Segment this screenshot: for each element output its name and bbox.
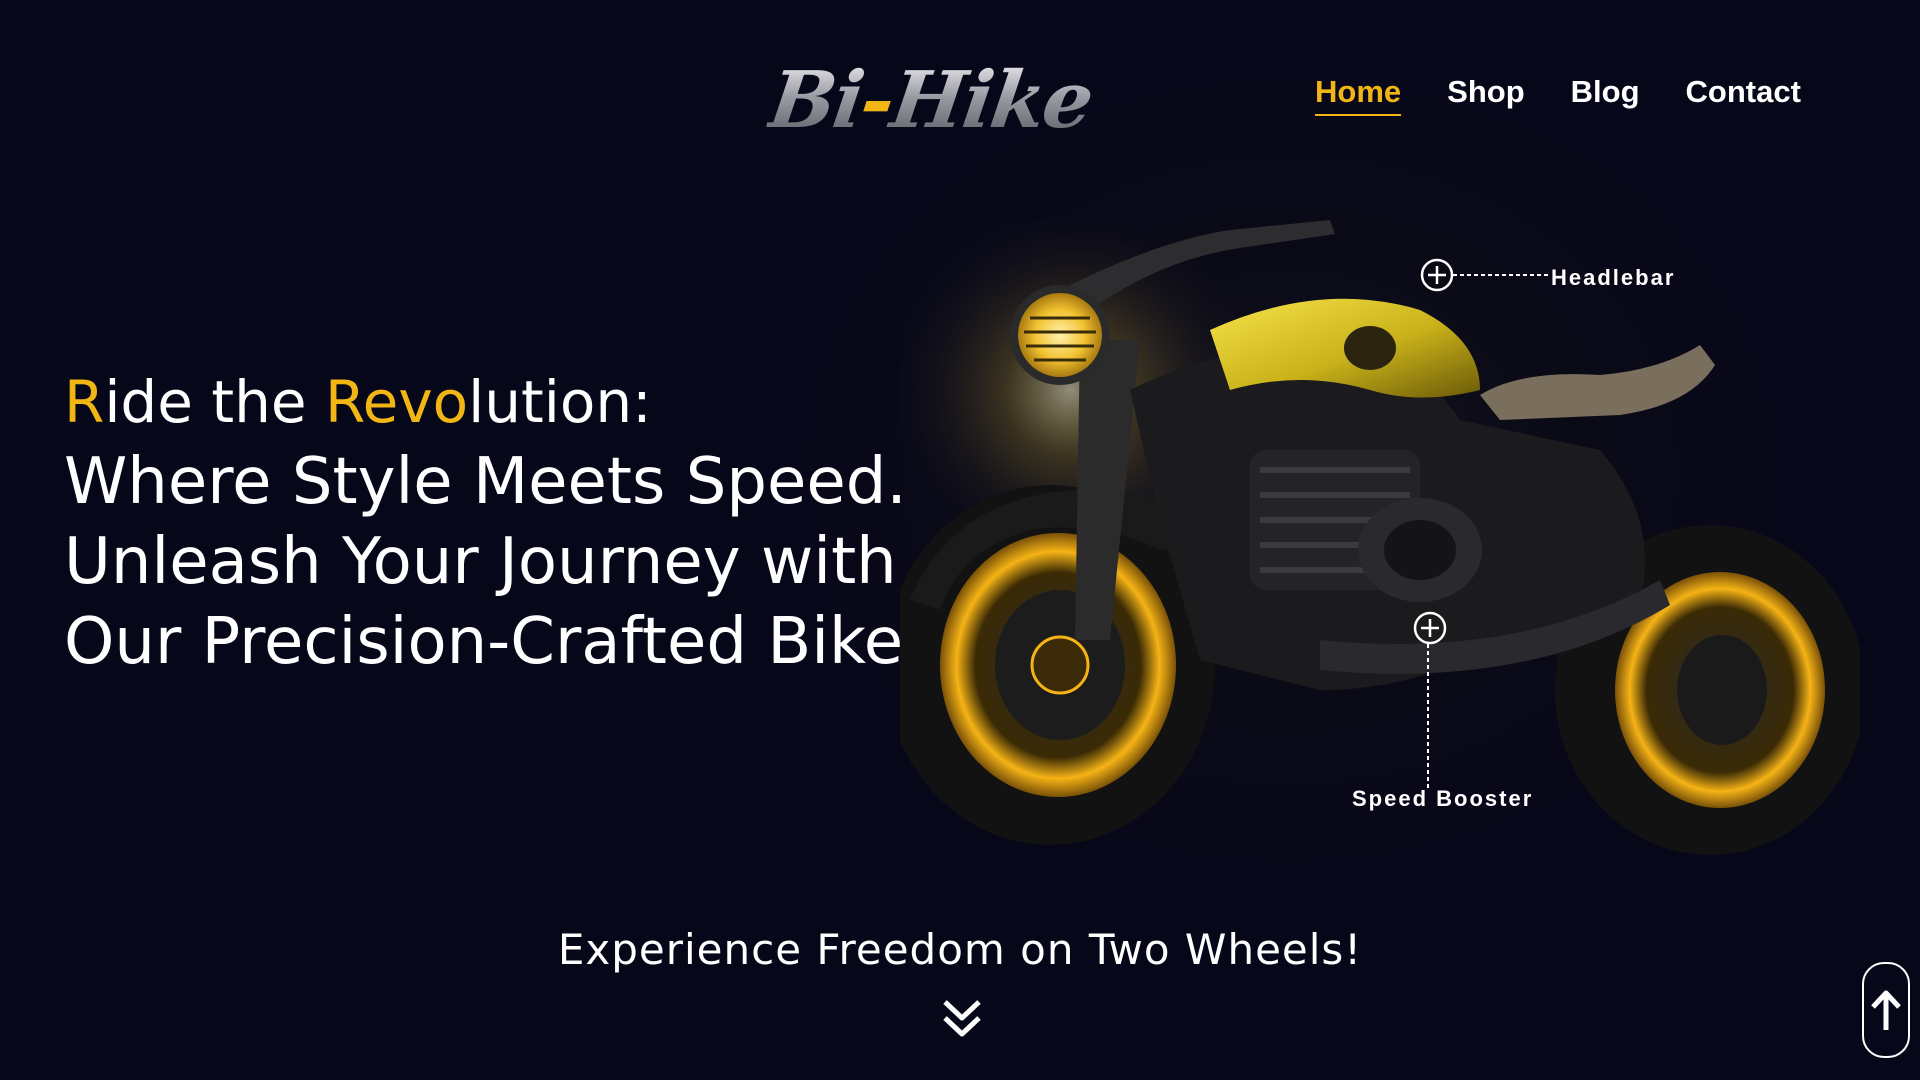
hero-line-1: Ride the Revolution: [64, 362, 937, 442]
hero-accent-r: R [64, 368, 105, 436]
nav-blog[interactable]: Blog [1571, 74, 1640, 116]
brand-logo[interactable]: Bi-Hike [765, 55, 1097, 146]
logo-text-b: Hike [885, 55, 1098, 146]
hotspot-speed-booster-label: Speed Booster [1352, 786, 1534, 811]
hero-line-4: Our Precision-Crafted Bikes [64, 605, 937, 679]
main-nav: Home Shop Blog Contact [1315, 74, 1801, 116]
motorcycle-image [900, 220, 1860, 855]
hotspot-speed-booster[interactable] [1410, 610, 1450, 790]
hotspot-headlebar[interactable] [1420, 255, 1550, 295]
hero-text-lution: lution: [468, 368, 652, 436]
nav-home[interactable]: Home [1315, 74, 1402, 116]
hotspot-headlebar-label: Headlebar [1551, 265, 1676, 290]
tagline: Experience Freedom on Two Wheels! [557, 925, 1363, 974]
hero-text-ide: ide the [104, 368, 325, 436]
hero-headline: Ride the Revolution: Where Style Meets S… [64, 362, 937, 682]
logo-text-a: Bi [763, 55, 869, 146]
hero-accent-revo: Revo [324, 368, 469, 436]
double-chevron-down-icon[interactable] [941, 996, 983, 1040]
hero-line-2: Where Style Meets Speed. [64, 445, 907, 519]
arrow-up-icon [1871, 990, 1901, 1030]
hero-line-3: Unleash Your Journey with [64, 525, 897, 599]
nav-shop[interactable]: Shop [1447, 74, 1525, 116]
back-to-top-button[interactable] [1862, 962, 1910, 1058]
nav-contact[interactable]: Contact [1686, 74, 1801, 116]
